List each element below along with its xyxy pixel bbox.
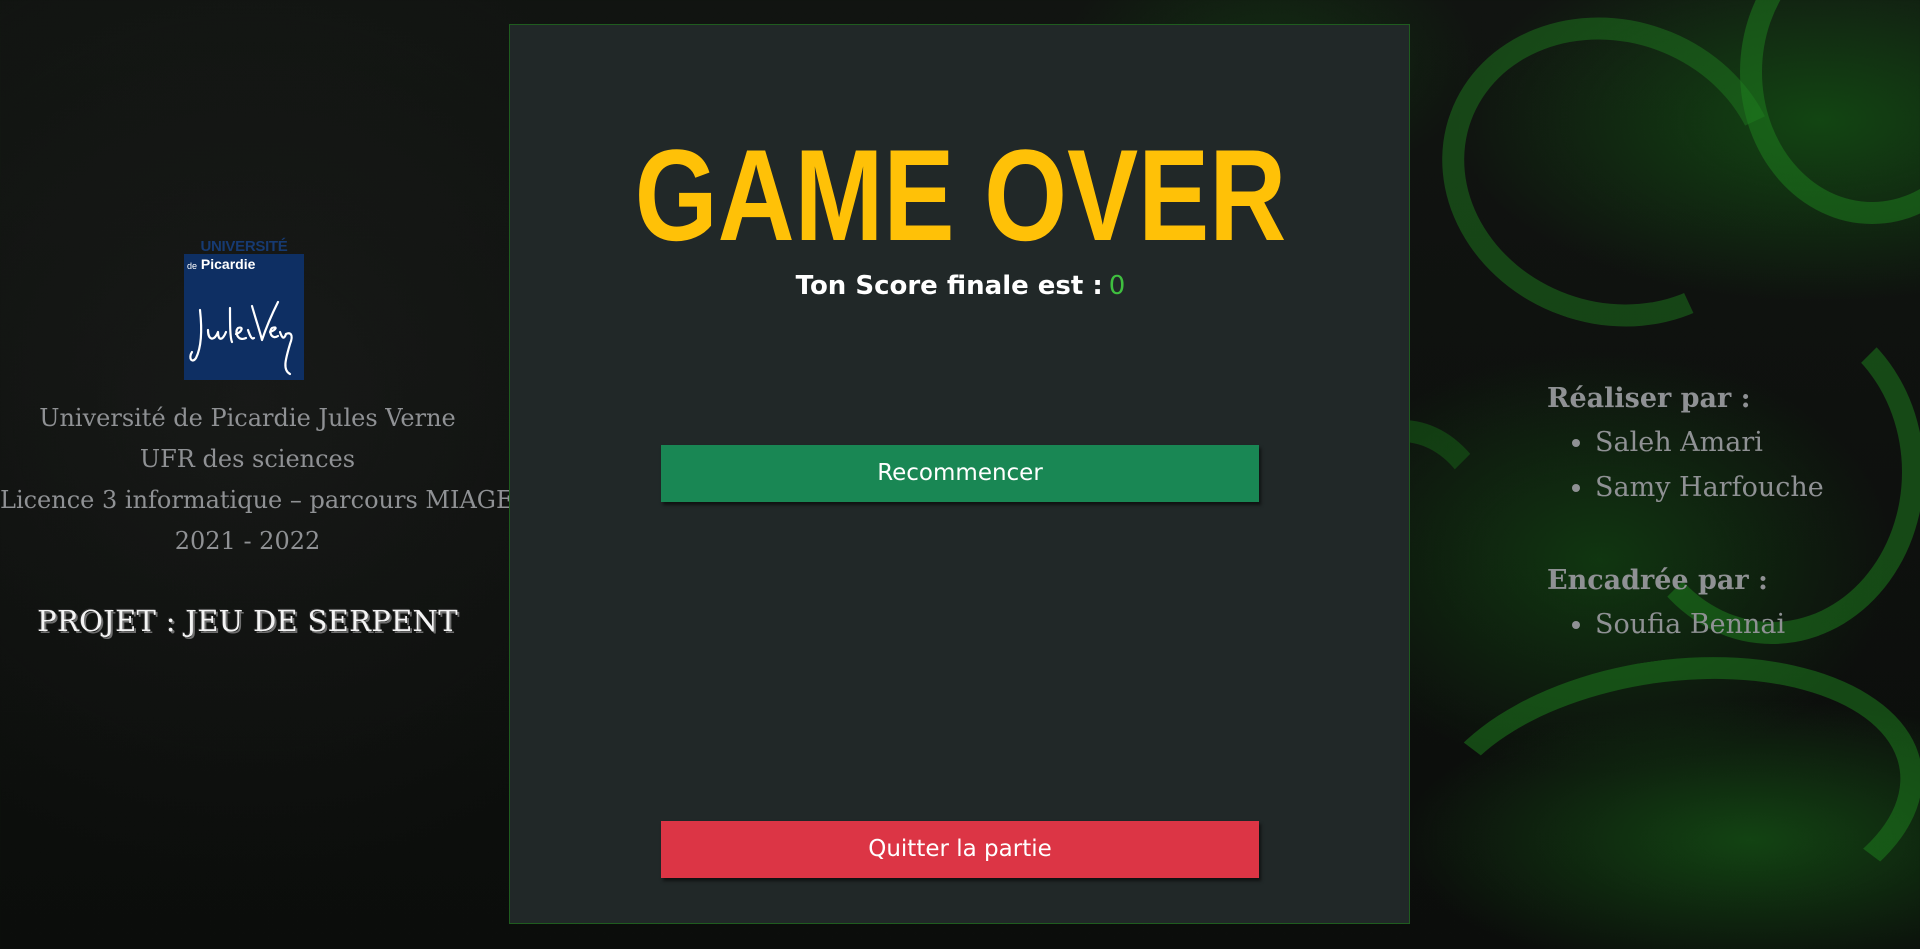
faculty-name: UFR des sciences xyxy=(139,445,356,473)
signature-icon xyxy=(189,300,293,376)
game-over-title: GAME OVER xyxy=(634,122,1287,268)
list-item: Soufia Bennai xyxy=(1595,602,1907,647)
credits-panel: Réaliser par : Saleh Amari Samy Harfouch… xyxy=(1547,378,1907,647)
background-swirl xyxy=(1398,0,1826,374)
made-by-heading: Réaliser par : xyxy=(1547,383,1751,414)
supervised-by-list: Soufia Bennai xyxy=(1547,602,1907,647)
final-score-label: Ton Score finale est : xyxy=(795,271,1103,301)
restart-button[interactable]: Recommencer xyxy=(661,445,1259,502)
list-item: Samy Harfouche xyxy=(1595,465,1907,510)
project-title: PROJET : JEU DE SERPENT xyxy=(37,604,458,638)
university-info-panel: UNIVERSITÉ de Picardie Université de Pic… xyxy=(0,0,514,949)
made-by-list: Saleh Amari Samy Harfouche xyxy=(1547,420,1907,510)
list-item: Saleh Amari xyxy=(1595,420,1907,465)
degree-name: Licence 3 informatique – parcours MIAGE xyxy=(0,486,514,514)
university-logo: UNIVERSITÉ de Picardie xyxy=(184,238,304,380)
university-name: Université de Picardie Jules Verne xyxy=(39,404,456,432)
background-swirl xyxy=(1740,0,1920,224)
logo-sub-text: Picardie xyxy=(200,256,256,272)
logo-sub-prefix: de xyxy=(187,261,198,271)
final-score-value: 0 xyxy=(1108,271,1126,301)
logo-box: de Picardie xyxy=(184,254,304,380)
academic-year: 2021 - 2022 xyxy=(174,527,321,555)
quit-game-button[interactable]: Quitter la partie xyxy=(661,821,1259,878)
logo-top-text: UNIVERSITÉ xyxy=(200,238,288,255)
final-score: Ton Score finale est :0 xyxy=(510,271,1411,301)
background-swirl xyxy=(1402,626,1920,949)
logo-subtitle: de Picardie xyxy=(187,256,255,272)
game-over-panel: GAME OVER Ton Score finale est :0 Recomm… xyxy=(509,24,1410,924)
supervised-by-heading: Encadrée par : xyxy=(1547,565,1768,596)
university-details: Université de Picardie Jules Verne UFR d… xyxy=(0,398,514,562)
